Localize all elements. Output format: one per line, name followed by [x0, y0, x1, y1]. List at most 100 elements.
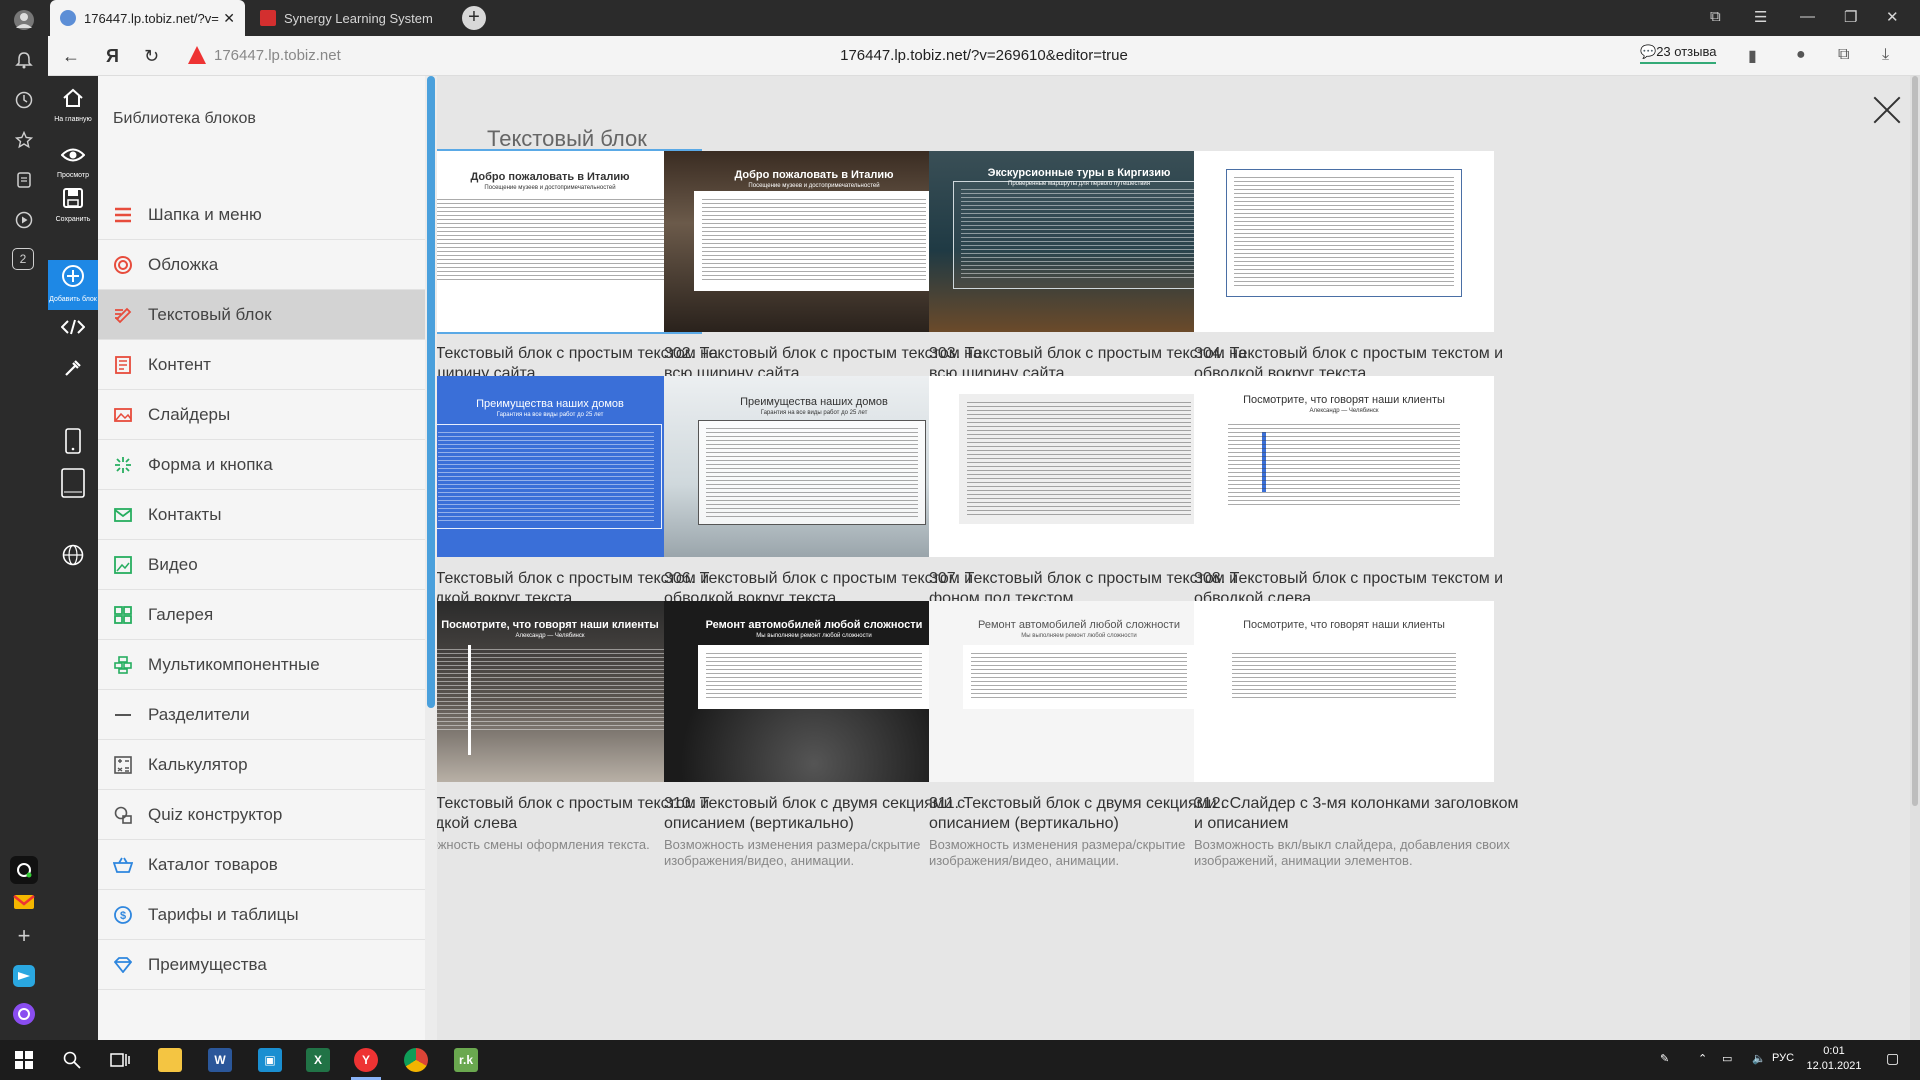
- tab-synergy[interactable]: Synergy Learning System: [250, 0, 450, 36]
- add-app-icon[interactable]: +: [10, 922, 38, 950]
- slider-icon: [113, 405, 133, 425]
- tablet-view-button[interactable]: [48, 468, 98, 504]
- collections-add-icon[interactable]: ⧉: [1838, 46, 1849, 64]
- word-app-icon[interactable]: W: [208, 1048, 232, 1072]
- media-play-icon[interactable]: [10, 206, 38, 234]
- code-button[interactable]: [48, 318, 98, 342]
- task-view-icon[interactable]: [108, 1048, 132, 1072]
- reload-icon[interactable]: ↻: [144, 46, 159, 67]
- mobile-view-button[interactable]: [48, 428, 98, 460]
- block-preview-image[interactable]: [1194, 151, 1494, 332]
- search-icon[interactable]: [60, 1048, 84, 1072]
- minimize-icon[interactable]: —: [1800, 8, 1815, 25]
- back-arrow-icon[interactable]: ←: [62, 46, 80, 67]
- gallery-scrollbar[interactable]: [1910, 76, 1920, 1040]
- excel-app-icon[interactable]: X: [306, 1048, 330, 1072]
- history-clock-icon[interactable]: [10, 86, 38, 114]
- window-close-icon[interactable]: ✕: [1886, 8, 1899, 26]
- new-tab-button[interactable]: +: [462, 6, 486, 30]
- tray-chevron-up-icon[interactable]: ⌃: [1698, 1052, 1707, 1065]
- tablet-icon: [61, 468, 85, 504]
- block-preview-image[interactable]: Ремонт автомобилей любой сложности Мы вып…: [664, 601, 964, 782]
- mail-app-icon[interactable]: [10, 888, 38, 916]
- profile-avatar-icon[interactable]: [10, 6, 38, 34]
- language-indicator[interactable]: РУС: [1772, 1052, 1794, 1064]
- home-button[interactable]: На главную: [48, 88, 98, 124]
- library-item[interactable]: $ Тарифы и таблицы: [98, 890, 425, 940]
- library-item[interactable]: Quiz конструктор: [98, 790, 425, 840]
- library-item[interactable]: Разделители: [98, 690, 425, 740]
- browser-menu-icon[interactable]: ☰: [1754, 8, 1767, 26]
- preview-subheading: Проверенные маршруты для первого путешес…: [1008, 181, 1150, 187]
- notifications-icon[interactable]: ▢: [1886, 1050, 1899, 1067]
- library-scrollbar[interactable]: [425, 76, 437, 1040]
- design-button[interactable]: [48, 358, 98, 384]
- library-scroll-thumb[interactable]: [427, 76, 435, 708]
- collections-icon[interactable]: [10, 166, 38, 194]
- block-preview-image[interactable]: Добро пожаловать в Италию Посещение музее…: [437, 149, 702, 334]
- volume-icon[interactable]: 🔈: [1752, 1052, 1766, 1065]
- windows-start-icon[interactable]: [12, 1048, 36, 1072]
- library-item[interactable]: Контент: [98, 340, 425, 390]
- app-rk-icon[interactable]: r.k: [454, 1048, 478, 1072]
- alice-app-icon[interactable]: [10, 856, 38, 884]
- clock-date: 12.01.2021: [1806, 1060, 1862, 1072]
- add-block-button[interactable]: Добавить блок: [48, 260, 98, 310]
- block-preview-image[interactable]: Посмотрите, что говорят наши клиенты Алек…: [1194, 376, 1494, 557]
- tabs-count-badge[interactable]: 2: [12, 248, 34, 270]
- library-item[interactable]: Калькулятор: [98, 740, 425, 790]
- library-item[interactable]: Преимущества: [98, 940, 425, 990]
- alice-assistant-icon[interactable]: [10, 1000, 38, 1028]
- block-preview-image[interactable]: Преимущества наших домов Гарантия на все …: [437, 376, 700, 557]
- library-item[interactable]: Обложка: [98, 240, 425, 290]
- system-clock[interactable]: 0:01 12.01.2021: [1804, 1044, 1864, 1074]
- library-item[interactable]: Видео: [98, 540, 425, 590]
- save-button[interactable]: Сохранить: [48, 188, 98, 224]
- protect-shield-icon[interactable]: ●: [1796, 46, 1806, 64]
- library-item[interactable]: Текстовый блок: [98, 290, 425, 340]
- tab-tobiz[interactable]: 176447.lp.tobiz.net/?v= ✕: [50, 0, 245, 36]
- library-item[interactable]: Мультикомпонентные: [98, 640, 425, 690]
- block-preview-image[interactable]: Ремонт автомобилей любой сложности Мы вып…: [929, 601, 1229, 782]
- block-preview-image[interactable]: [929, 376, 1229, 557]
- bookmarks-star-icon[interactable]: [10, 126, 38, 154]
- block-preview-image[interactable]: Преимущества наших домов Гарантия на все …: [664, 376, 964, 557]
- store-app-icon[interactable]: ▣: [258, 1048, 282, 1072]
- reviews-badge[interactable]: 💬23 отзыва: [1640, 44, 1717, 64]
- block-description: Возможность вкл/выкл слайдера, добавлени…: [1194, 837, 1510, 868]
- library-item[interactable]: Слайдеры: [98, 390, 425, 440]
- close-icon[interactable]: [1871, 94, 1903, 126]
- yandex-browser-icon[interactable]: Y: [354, 1048, 378, 1072]
- yandex-home-button[interactable]: Я: [106, 46, 119, 67]
- notifications-bell-icon[interactable]: [10, 46, 38, 74]
- network-icon[interactable]: ▭: [1722, 1052, 1732, 1065]
- messenger-app-icon[interactable]: [10, 962, 38, 990]
- preview-button[interactable]: Просмотр: [48, 146, 98, 180]
- insecure-warning-icon[interactable]: [188, 46, 206, 64]
- downloads-icon[interactable]: ⤓: [1882, 46, 1889, 64]
- url-domain[interactable]: 176447.lp.tobiz.net: [214, 47, 341, 64]
- diamond-icon: [113, 955, 133, 975]
- block-preview-image[interactable]: Посмотрите, что говорят наши клиенты Алек…: [437, 601, 700, 782]
- block-preview-image[interactable]: Добро пожаловать в Италию Посещение музее…: [664, 151, 964, 332]
- chrome-app-icon[interactable]: [404, 1048, 428, 1072]
- bookmark-flag-icon[interactable]: ▮: [1748, 46, 1757, 66]
- envelope-icon: [113, 505, 133, 525]
- library-item[interactable]: Форма и кнопка: [98, 440, 425, 490]
- file-explorer-icon[interactable]: [158, 1048, 182, 1072]
- library-item[interactable]: Шапка и меню: [98, 190, 425, 240]
- add-block-label: Добавить блок: [49, 296, 97, 303]
- block-preview-image[interactable]: Экскурсионные туры в Киргизию Проверенные…: [929, 151, 1229, 332]
- gallery-scroll-thumb[interactable]: [1912, 76, 1918, 806]
- maximize-icon[interactable]: ❐: [1844, 8, 1857, 26]
- domain-button[interactable]: [48, 544, 98, 572]
- close-tab-icon[interactable]: ✕: [223, 10, 235, 27]
- library-item[interactable]: Каталог товаров: [98, 840, 425, 890]
- block-preview-image[interactable]: Посмотрите, что говорят наши клиенты: [1194, 601, 1494, 782]
- library-item[interactable]: Галерея: [98, 590, 425, 640]
- pen-ink-icon[interactable]: ✎: [1660, 1052, 1669, 1065]
- tabs-menu-icon[interactable]: ⧉: [1710, 8, 1721, 25]
- plus-circle-icon: [61, 264, 85, 294]
- preview-subheading: Гарантия на все виды работ до 25 лет: [760, 410, 868, 416]
- library-item[interactable]: Контакты: [98, 490, 425, 540]
